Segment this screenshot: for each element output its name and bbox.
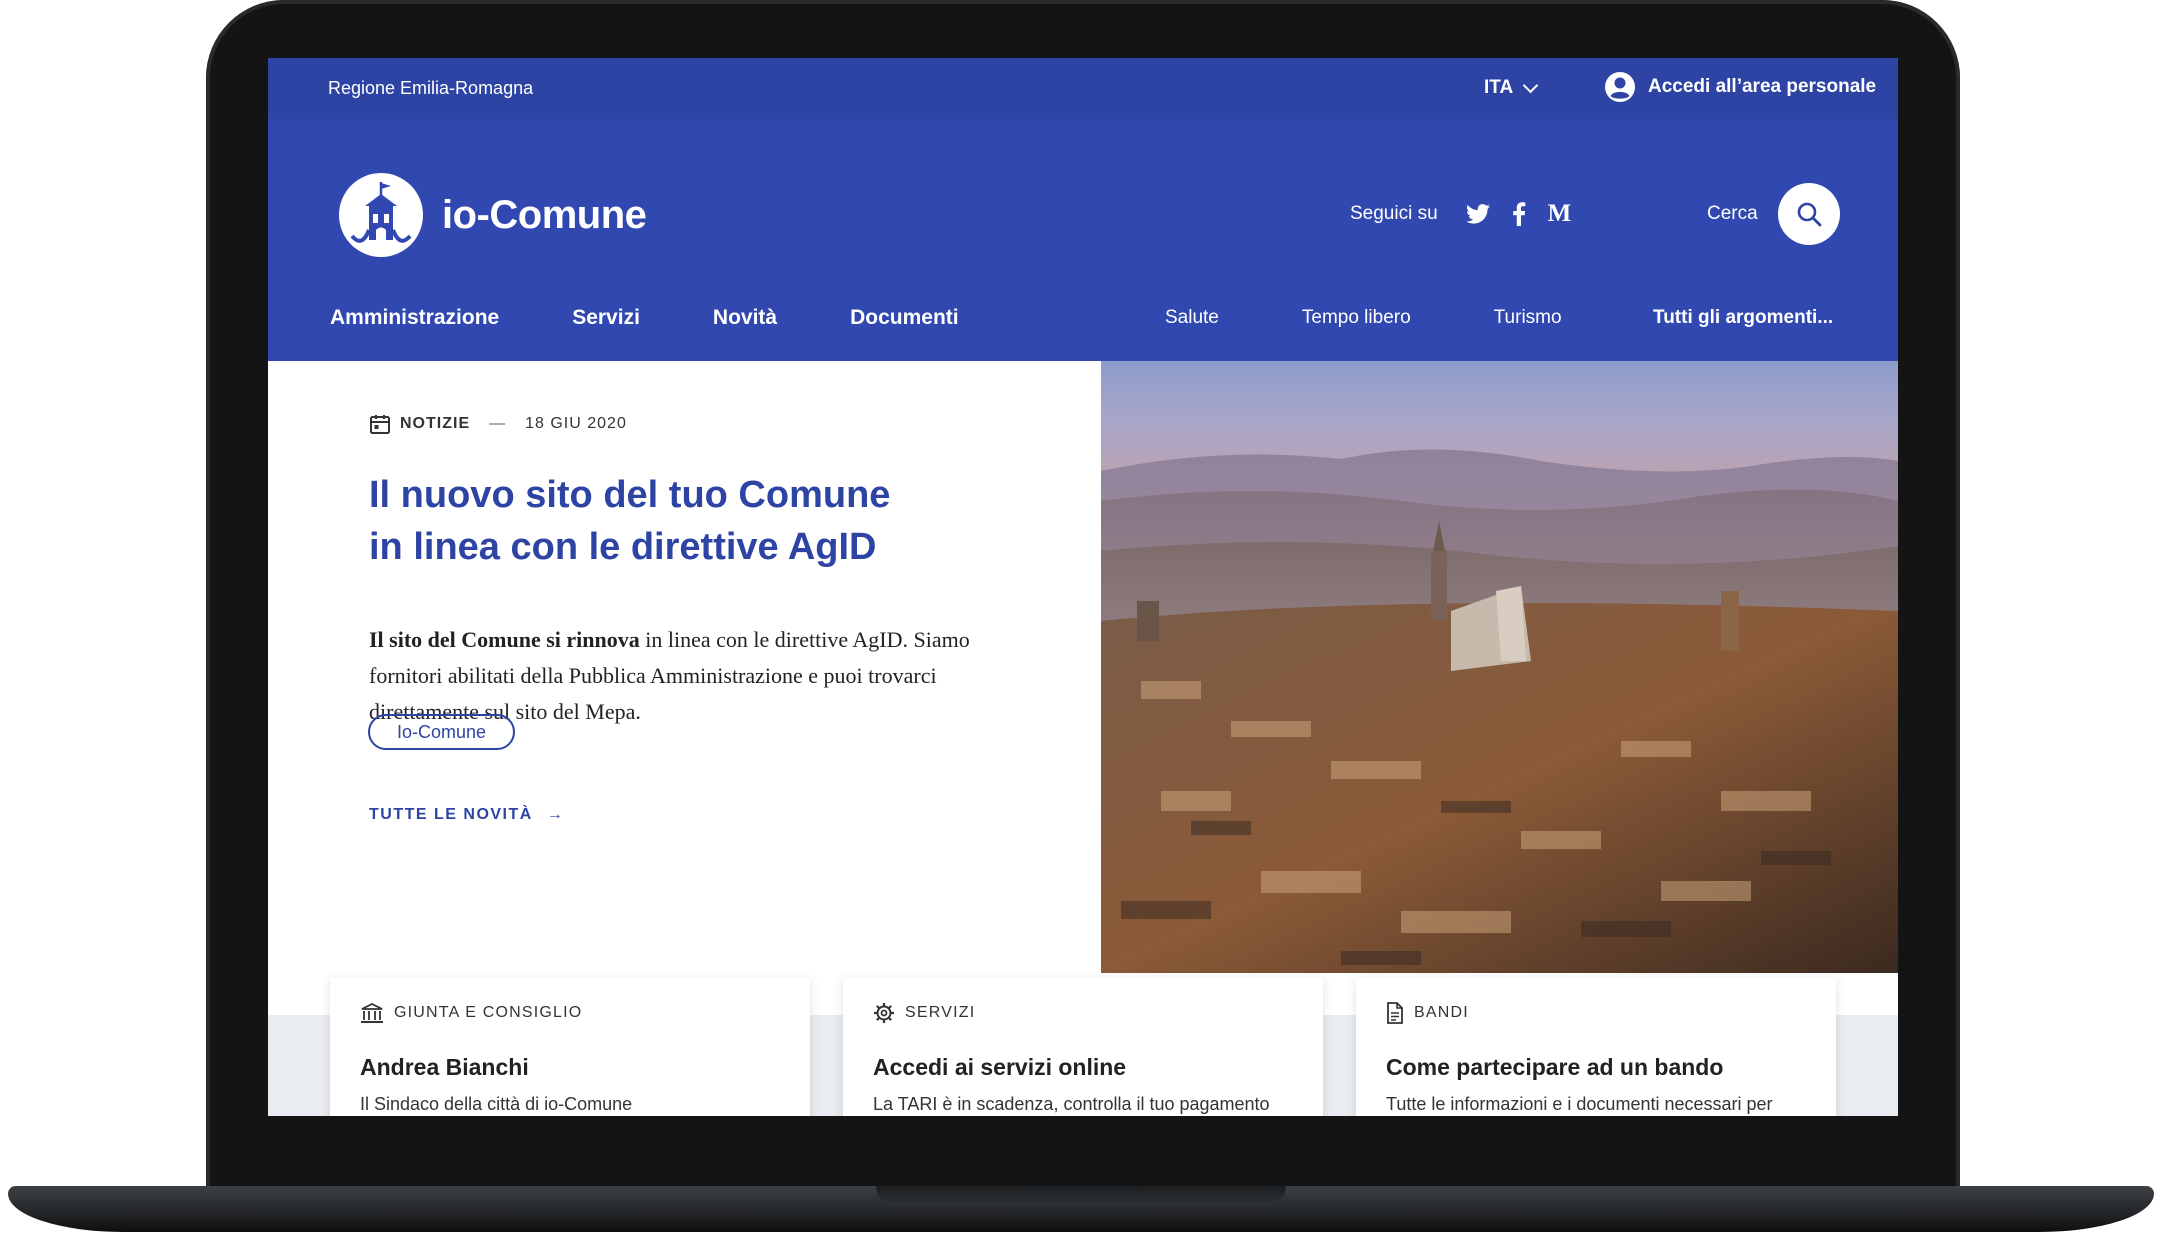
all-news-label: TUTTE LE NOVITÀ [369, 806, 533, 823]
news-title-line-2: in linea con le direttive AgID [369, 526, 877, 568]
hero-image [1101, 361, 1898, 973]
website-screen: Regione Emilia-Romagna ITA Accedi all’ar… [268, 58, 1898, 1116]
calendar-icon [370, 415, 390, 434]
topic-salute[interactable]: Salute [1165, 307, 1219, 329]
town-logo-icon [339, 173, 423, 257]
login-button[interactable]: Accedi all’area personale [1604, 71, 1876, 103]
card-category: GIUNTA E CONSIGLIO [360, 1002, 582, 1024]
card-bandi[interactable]: BANDI Come partecipare ad un bando Tutte… [1356, 978, 1836, 1116]
login-label: Accedi all’area personale [1648, 76, 1877, 97]
hero-news: NOTIZIE — 18 GIU 2020 Il nuovo sito del … [268, 361, 1101, 823]
news-meta: NOTIZIE — 18 GIU 2020 [369, 413, 627, 435]
slim-header: Regione Emilia-Romagna ITA Accedi all’ar… [268, 58, 1898, 119]
topic-turismo[interactable]: Turismo [1494, 307, 1562, 329]
arrow-right-icon: → [546, 806, 565, 823]
main-navbar: Amministrazione Servizi Novità Documenti… [268, 277, 1898, 361]
card-title[interactable]: Andrea Bianchi [360, 1054, 529, 1081]
twitter-icon[interactable] [1465, 203, 1490, 224]
social-links: Seguici su M [1350, 201, 1571, 226]
date-separator: — [489, 415, 507, 432]
facebook-icon[interactable] [1512, 201, 1526, 226]
card-category: BANDI [1386, 1002, 1469, 1024]
nav-item-servizi[interactable]: Servizi [572, 306, 640, 330]
card-description: La TARI è in scadenza, controlla il tuo … [873, 1094, 1270, 1114]
topic-tempo-libero[interactable]: Tempo libero [1302, 307, 1411, 329]
language-selector[interactable]: ITA [1484, 77, 1539, 99]
medium-icon[interactable]: M [1548, 201, 1572, 226]
card-giunta[interactable]: GIUNTA E CONSIGLIO Andrea Bianchi Il Sin… [330, 978, 810, 1116]
nav-item-documenti[interactable]: Documenti [850, 306, 959, 330]
news-date: 18 GIU 2020 [525, 415, 627, 432]
brand-link[interactable]: io-Comune [338, 172, 647, 258]
card-title[interactable]: Come partecipare ad un bando [1386, 1054, 1723, 1081]
document-icon [1387, 1002, 1403, 1024]
search-area: Cerca [1707, 183, 1840, 245]
topics-nav: Salute Tempo libero Turismo [1165, 307, 1562, 329]
primary-nav: Amministrazione Servizi Novità Documenti [330, 306, 959, 330]
news-title[interactable]: Il nuovo sito del tuo Comune in linea co… [369, 469, 929, 573]
user-icon [1605, 72, 1635, 102]
card-category-label: GIUNTA E CONSIGLIO [394, 1004, 583, 1021]
card-title[interactable]: Accedi ai servizi online [873, 1054, 1126, 1081]
region-link[interactable]: Regione Emilia-Romagna [328, 78, 533, 99]
building-icon [361, 1002, 383, 1023]
search-label: Cerca [1707, 203, 1758, 224]
chevron-down-icon [1522, 77, 1539, 93]
card-category: SERVIZI [873, 1002, 975, 1024]
card-description: Il Sindaco della città di io-Comune [360, 1094, 633, 1114]
all-topics-link[interactable]: Tutti gli argomenti... [1653, 307, 1833, 329]
language-label: ITA [1484, 77, 1514, 98]
card-description: Tutte le informazioni e i documenti nece… [1386, 1094, 1773, 1114]
search-icon [1797, 202, 1822, 227]
news-category[interactable]: NOTIZIE [400, 415, 470, 433]
nav-item-amministrazione[interactable]: Amministrazione [330, 306, 499, 330]
nav-item-novita[interactable]: Novità [713, 306, 777, 330]
news-title-line-1: Il nuovo sito del tuo Comune [369, 474, 891, 516]
card-category-label: SERVIZI [905, 1004, 976, 1021]
gear-icon [874, 1003, 894, 1023]
all-news-link[interactable]: TUTTE LE NOVITÀ → [369, 806, 564, 824]
search-button[interactable] [1777, 183, 1840, 245]
topic-tag[interactable]: Io-Comune [368, 714, 516, 750]
social-label: Seguici su [1350, 202, 1438, 224]
card-servizi[interactable]: SERVIZI Accedi ai servizi online La TARI… [843, 978, 1323, 1116]
laptop-notch [876, 1186, 1286, 1206]
city-panorama-illustration [1101, 449, 1898, 973]
brand-title: io-Comune [442, 192, 647, 237]
news-lead-bold: Il sito del Comune si rinnova [369, 627, 640, 652]
card-category-label: BANDI [1414, 1004, 1469, 1021]
center-header: io-Comune Seguici su M Cerca [268, 119, 1898, 277]
